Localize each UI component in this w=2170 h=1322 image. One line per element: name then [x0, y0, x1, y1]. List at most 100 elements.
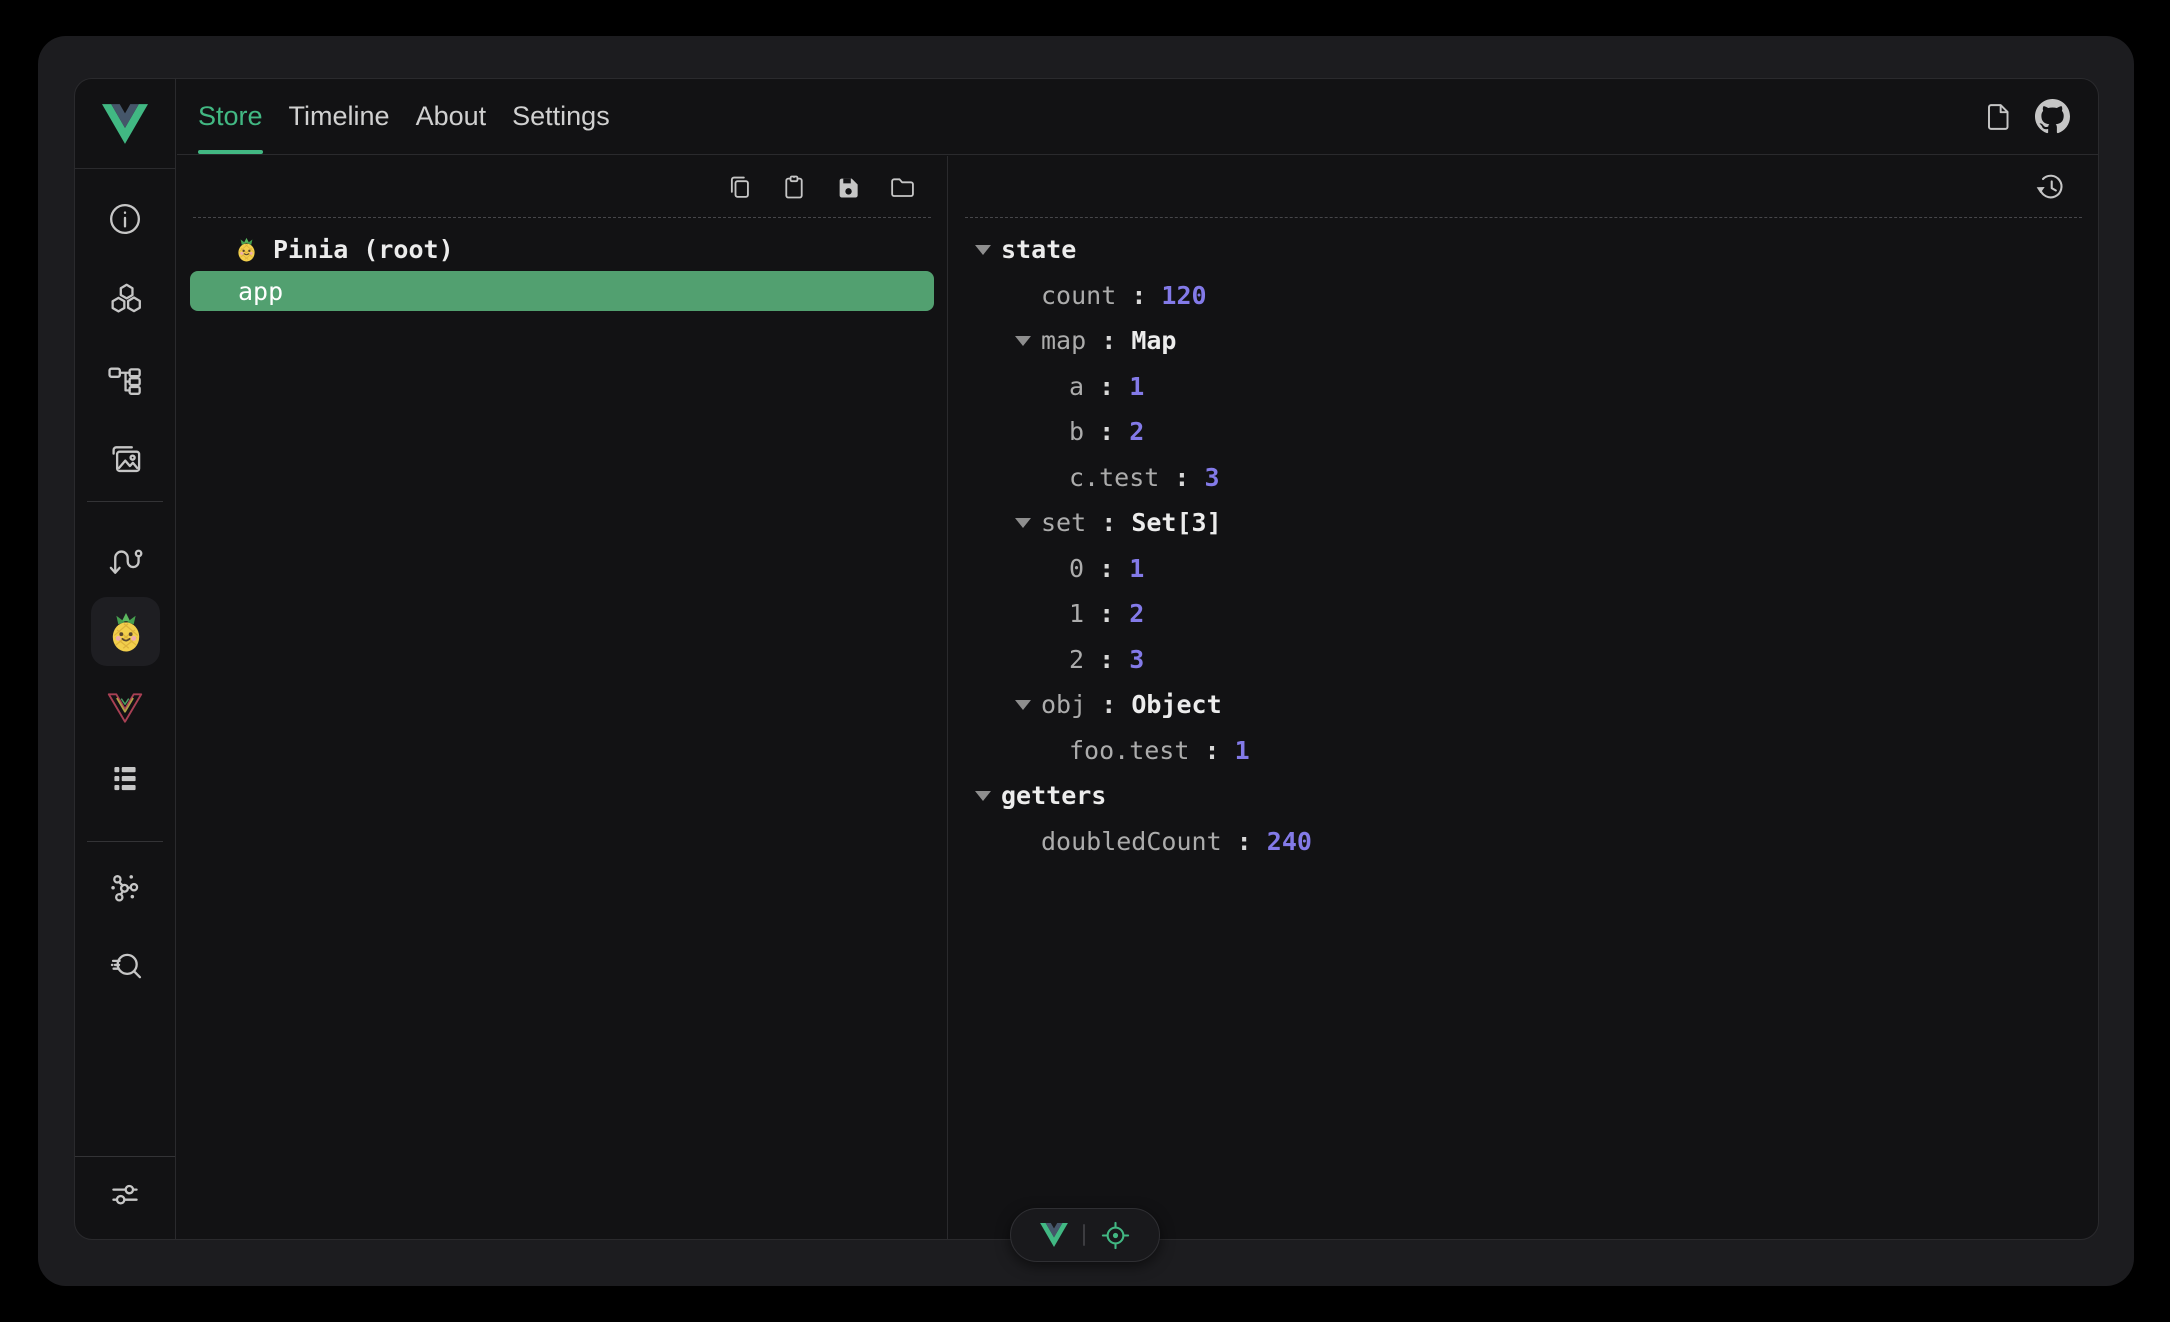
tree-value: 1: [1235, 736, 1250, 765]
inspector-search-icon: [106, 947, 144, 985]
tree-row-getters[interactable]: getters: [949, 773, 2098, 819]
colon-separator: :: [1086, 690, 1131, 719]
pineapple-icon: [233, 236, 260, 263]
chevron-down-icon[interactable]: [1015, 700, 1031, 710]
tab-settings[interactable]: Settings: [499, 79, 623, 154]
store-toolbar: [193, 156, 931, 218]
tree-row-obj[interactable]: obj : Object: [949, 682, 2098, 728]
tree-type: Map: [1131, 326, 1176, 355]
list-icon: [106, 760, 144, 798]
tree-row-1[interactable]: 1 : 2: [949, 591, 2098, 637]
sidebar-item-assets[interactable]: [75, 437, 175, 481]
tree-value: 2: [1129, 417, 1144, 446]
sidebar-item-settings[interactable]: [75, 1172, 175, 1216]
history-icon: [2034, 170, 2068, 204]
tree-key: 0: [1069, 554, 1084, 583]
sidebar-item-vue-router[interactable]: [75, 686, 175, 730]
tree-row-0[interactable]: 0 : 1: [949, 546, 2098, 592]
sidebar-item-timeline-route[interactable]: [75, 538, 175, 582]
tree-key: doubledCount: [1041, 827, 1222, 856]
sidebar-item-pinia[interactable]: [91, 597, 160, 666]
tree-row-doubledCount[interactable]: doubledCount : 240: [949, 819, 2098, 865]
tree-key: obj: [1041, 690, 1086, 719]
settings-sliders-icon: [106, 1175, 144, 1213]
tree-row-2[interactable]: 2 : 3: [949, 637, 2098, 683]
sidebar-item-inspector-search[interactable]: [75, 944, 175, 988]
components-icon: [106, 281, 144, 319]
state-tree: statecount : 120map : Mapa : 1b : 2c.tes…: [949, 218, 2098, 864]
pinia-pineapple-icon: [104, 610, 148, 654]
load-button[interactable]: [887, 172, 917, 202]
devtools-overlay-pill: [1010, 1208, 1160, 1262]
store-root-row[interactable]: Pinia (root): [177, 230, 947, 268]
store-list: Pinia (root) app: [177, 218, 947, 311]
colon-separator: :: [1084, 372, 1129, 401]
tree-row-set[interactable]: set : Set[3]: [949, 500, 2098, 546]
tree-row-count[interactable]: count : 120: [949, 273, 2098, 319]
paste-button[interactable]: [779, 172, 809, 202]
sidebar-divider: [87, 501, 163, 502]
main-area: Store Timeline About Settings: [177, 79, 2098, 1239]
tab-about[interactable]: About: [403, 79, 500, 154]
save-icon: [833, 172, 863, 202]
vue-overlay-button[interactable]: [1040, 1223, 1068, 1247]
tree-value: 2: [1129, 599, 1144, 628]
tab-label: Settings: [512, 101, 610, 132]
pill-divider: [1083, 1224, 1085, 1246]
chevron-down-icon[interactable]: [975, 791, 991, 801]
save-button[interactable]: [833, 172, 863, 202]
tree-row-foo.test[interactable]: foo.test : 1: [949, 728, 2098, 774]
tree-value: 3: [1129, 645, 1144, 674]
sidebar-divider: [87, 841, 163, 842]
sidebar-item-list[interactable]: [75, 757, 175, 801]
chevron-down-icon[interactable]: [1015, 518, 1031, 528]
sidebar-item-graph[interactable]: [75, 866, 175, 910]
chevron-down-icon[interactable]: [1015, 336, 1031, 346]
colon-separator: :: [1189, 736, 1234, 765]
tree-key: state: [1001, 235, 1076, 264]
target-icon: [1100, 1220, 1131, 1251]
clipboard-icon: [779, 172, 809, 202]
colon-separator: :: [1086, 508, 1131, 537]
store-panel: Pinia (root) app: [177, 156, 948, 1239]
tree-row-a[interactable]: a : 1: [949, 364, 2098, 410]
tree-key: getters: [1001, 781, 1106, 810]
colon-separator: :: [1086, 326, 1131, 355]
timeline-route-icon: [106, 541, 144, 579]
tree-type: Object: [1131, 690, 1221, 719]
sidebar-item-components[interactable]: [75, 278, 175, 322]
tree-key: a: [1069, 372, 1084, 401]
documentation-button[interactable]: [1981, 101, 2013, 133]
tab-store[interactable]: Store: [185, 79, 276, 154]
colon-separator: :: [1159, 463, 1204, 492]
colon-separator: :: [1116, 281, 1161, 310]
tab-timeline[interactable]: Timeline: [276, 79, 403, 154]
tree-value: 240: [1267, 827, 1312, 856]
copy-button[interactable]: [725, 172, 755, 202]
tree-row-state[interactable]: state: [949, 227, 2098, 273]
state-toolbar: [965, 156, 2082, 218]
vue-logo: [102, 104, 148, 144]
store-root-label: Pinia (root): [273, 235, 454, 264]
sidebar-item-component-tree[interactable]: [75, 357, 175, 401]
tree-row-b[interactable]: b : 2: [949, 409, 2098, 455]
tree-key: c.test: [1069, 463, 1159, 492]
tree-key: b: [1069, 417, 1084, 446]
tab-label: Timeline: [289, 101, 390, 132]
store-item-app[interactable]: app: [190, 271, 934, 311]
copy-icon: [725, 172, 755, 202]
chevron-down-icon[interactable]: [975, 245, 991, 255]
component-inspector-button[interactable]: [1100, 1220, 1131, 1251]
tab-label: About: [416, 101, 487, 132]
tab-label: Store: [198, 101, 263, 132]
github-button[interactable]: [2035, 99, 2070, 134]
tree-key: 2: [1069, 645, 1084, 674]
graph-icon: [106, 869, 144, 907]
history-button[interactable]: [2034, 170, 2068, 204]
vue-router-icon: [105, 690, 145, 726]
assets-icon: [106, 440, 144, 478]
sidebar-item-info[interactable]: [75, 197, 175, 241]
tree-row-c.test[interactable]: c.test : 3: [949, 455, 2098, 501]
header-actions: [1981, 79, 2098, 154]
tree-row-map[interactable]: map : Map: [949, 318, 2098, 364]
